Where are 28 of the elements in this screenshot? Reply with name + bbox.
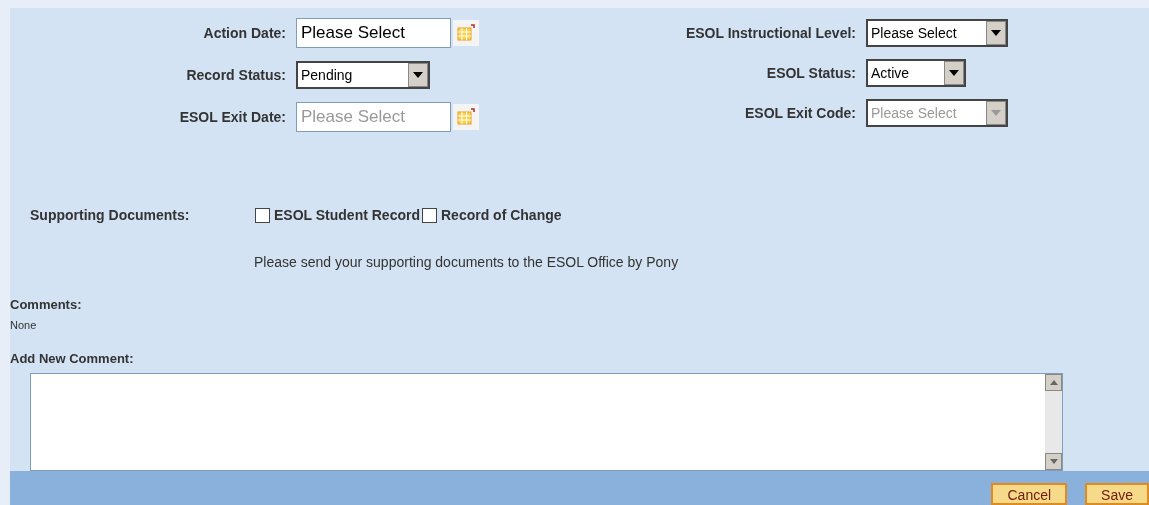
field-label: Supporting Documents: <box>29 206 191 226</box>
dropdown[interactable]: Pending <box>296 61 430 89</box>
field-label: ESOL Instructional Level: <box>684 23 857 43</box>
caret-icon <box>944 61 964 85</box>
checkbox[interactable] <box>422 208 437 224</box>
checkbox-label: Record of Change <box>441 206 562 226</box>
checkbox[interactable] <box>255 208 270 224</box>
checkbox-label: ESOL Student Record <box>274 206 420 226</box>
action-button[interactable]: Save <box>1085 483 1149 505</box>
field-label: ESOL Status: <box>765 63 857 83</box>
caret-icon <box>986 101 1006 125</box>
comments-label: Comments: <box>10 296 83 315</box>
note-text: Please send your supporting documents to the ESOL Office by Pony <box>253 253 680 273</box>
comment-textarea[interactable] <box>30 372 1063 471</box>
field-label: Record Status: <box>185 65 287 85</box>
action-button[interactable]: Cancel <box>991 483 1068 505</box>
field-label: Action Date: <box>202 23 287 43</box>
comment-text: None <box>10 317 38 333</box>
scroll-down-icon[interactable] <box>1045 452 1062 470</box>
date-field[interactable]: Please Select <box>296 18 451 48</box>
dropdown[interactable]: Active <box>866 59 966 87</box>
field-label: ESOL Exit Date: <box>178 107 287 127</box>
caret-icon <box>408 63 428 87</box>
scroll-up-icon[interactable] <box>1045 373 1062 391</box>
dropdown[interactable]: Please Select <box>866 19 1008 47</box>
field-label: ESOL Exit Code: <box>744 103 857 123</box>
add-comment-label: Add New Comment: <box>10 350 135 369</box>
caret-icon <box>986 21 1006 45</box>
